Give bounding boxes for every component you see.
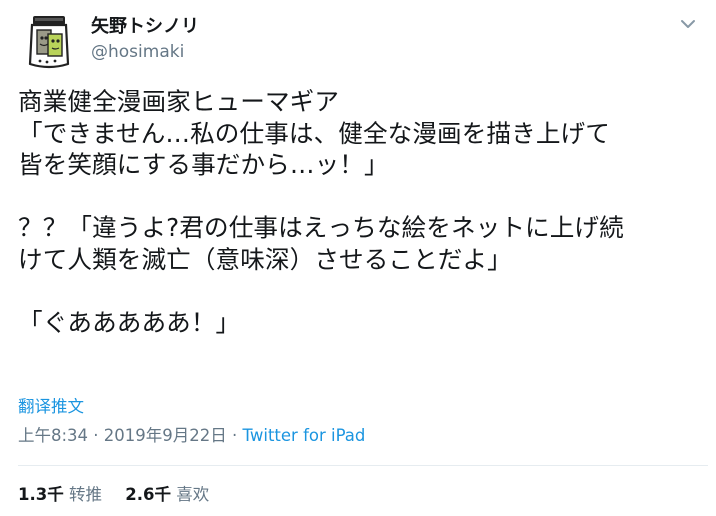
user-names: 矢野トシノリ @hosimaki: [91, 16, 199, 64]
source-link[interactable]: Twitter for iPad: [243, 426, 366, 445]
retweets-stat[interactable]: 1.3千 转推: [18, 483, 102, 507]
avatar[interactable]: [18, 10, 80, 72]
likes-label: 喜欢: [176, 485, 210, 504]
divider: [18, 465, 708, 466]
likes-count: 2.6千: [125, 485, 171, 504]
tweet-stats: 1.3千 转推 2.6千 喜欢: [18, 483, 227, 507]
tweet-header: 矢野トシノリ @hosimaki: [18, 10, 698, 74]
tweet-card: 矢野トシノリ @hosimaki 商業健全漫画家ヒューマギア 「できません…私の…: [0, 0, 716, 516]
jar-character-icon: [18, 10, 80, 72]
retweets-count: 1.3千: [18, 485, 64, 504]
tweet-meta: 上午8:34 · 2019年9月22日 · Twitter for iPad: [18, 424, 365, 448]
timestamp[interactable]: 上午8:34 · 2019年9月22日: [18, 426, 227, 445]
user-handle[interactable]: @hosimaki: [91, 40, 199, 64]
display-name[interactable]: 矢野トシノリ: [91, 16, 199, 38]
meta-separator: ·: [226, 426, 243, 445]
chevron-down-icon[interactable]: [678, 14, 698, 34]
likes-stat[interactable]: 2.6千 喜欢: [125, 483, 209, 507]
tweet-text: 商業健全漫画家ヒューマギア 「できません…私の仕事は、健全な漫画を描き上げて 皆…: [18, 87, 624, 337]
translate-tweet-link[interactable]: 翻译推文: [18, 396, 84, 418]
retweets-label: 转推: [68, 485, 102, 504]
